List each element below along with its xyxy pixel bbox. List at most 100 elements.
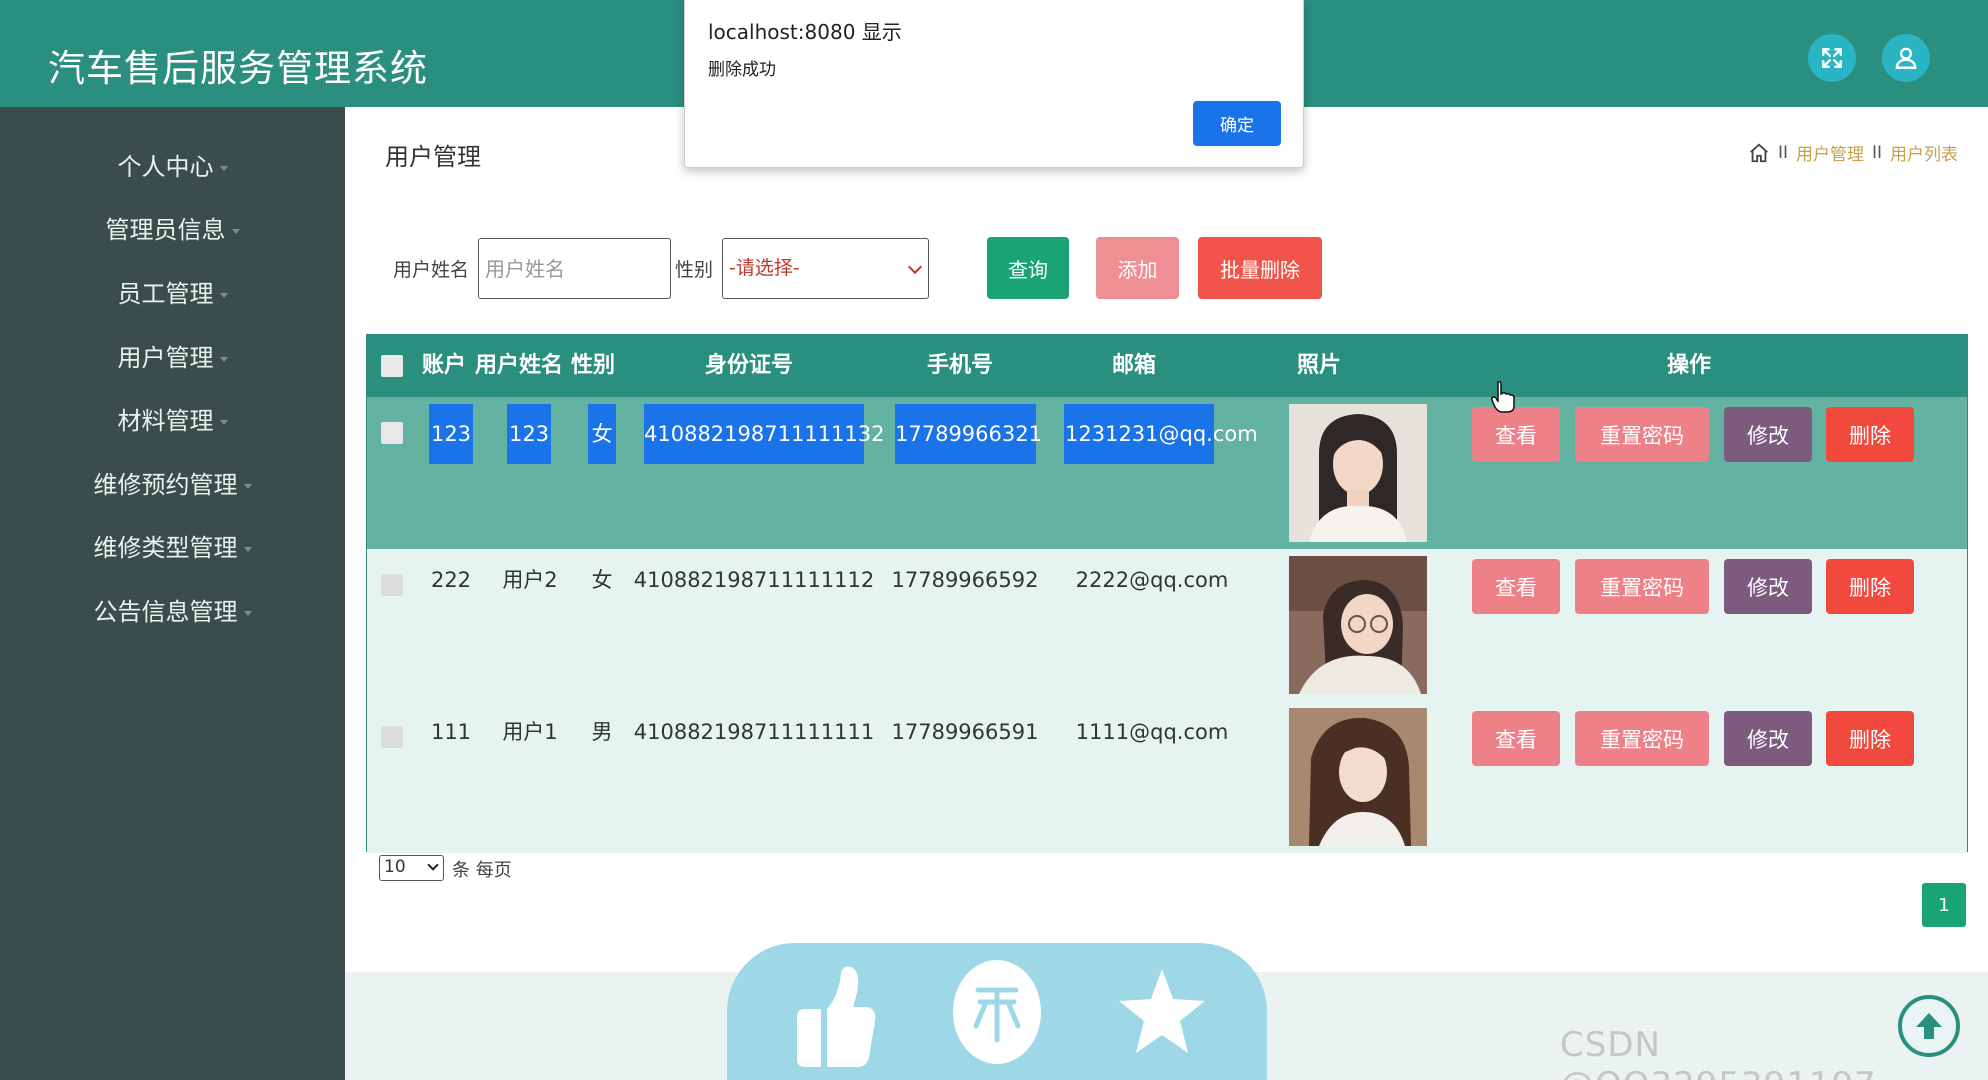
sidebar-item-repair-booking[interactable]: 维修预约管理 bbox=[0, 465, 345, 505]
user-button[interactable] bbox=[1882, 34, 1930, 82]
alert-dialog: localhost:8080 显示 删除成功 确定 bbox=[684, 0, 1304, 168]
sidebar-item-notices[interactable]: 公告信息管理 bbox=[0, 592, 345, 632]
bulk-delete-button[interactable]: 批量删除 bbox=[1198, 237, 1322, 299]
col-id-card: 身份证号 bbox=[704, 353, 793, 378]
edit-button[interactable]: 修改 bbox=[1724, 559, 1812, 614]
reset-password-button[interactable]: 重置密码 bbox=[1575, 711, 1709, 766]
edit-button[interactable]: 修改 bbox=[1724, 711, 1812, 766]
table-header: 账户 用户姓名 性别 身份证号 手机号 邮箱 照片 操作 bbox=[367, 335, 1967, 397]
coin-icon[interactable] bbox=[953, 960, 1041, 1064]
select-all-checkbox[interactable] bbox=[381, 355, 403, 377]
user-photo bbox=[1289, 404, 1427, 542]
sidebar-item-personal-center[interactable]: 个人中心 bbox=[0, 147, 345, 187]
cell-phone: 17789966592 bbox=[891, 568, 1039, 592]
sidebar-item-admin-info[interactable]: 管理员信息 bbox=[0, 210, 345, 250]
row-checkbox[interactable] bbox=[381, 422, 403, 444]
cell-phone: 17789966321 bbox=[895, 404, 1042, 464]
query-button[interactable]: 查询 bbox=[987, 237, 1069, 299]
breadcrumb-separator: II bbox=[1777, 142, 1788, 163]
gender-label: 性别 bbox=[675, 259, 714, 281]
cell-gender: 女 bbox=[588, 404, 616, 464]
row-checkbox[interactable] bbox=[381, 574, 403, 596]
fullscreen-button[interactable] bbox=[1808, 34, 1856, 82]
sidebar-item-label: 个人中心 bbox=[117, 153, 214, 181]
sidebar-item-staff[interactable]: 员工管理 bbox=[0, 274, 345, 314]
table-row[interactable]: 111 用户1 男 410882198711111111 17789966591… bbox=[367, 701, 1967, 853]
main-content: 用户管理 II 用户管理 II 用户列表 用户姓名 性别 -请选择- 查询 添加… bbox=[345, 107, 1988, 1080]
star-icon[interactable] bbox=[1117, 961, 1207, 1069]
col-phone: 手机号 bbox=[926, 353, 993, 378]
sidebar-item-label: 维修类型管理 bbox=[93, 534, 238, 562]
coin-glyph bbox=[973, 987, 1021, 1043]
breadcrumb-level1[interactable]: 用户管理 bbox=[1796, 140, 1864, 165]
cell-email: 1111@qq.com bbox=[1075, 720, 1229, 744]
caret-down-icon bbox=[231, 228, 240, 234]
gender-select[interactable]: -请选择- bbox=[722, 238, 929, 299]
cell-phone: 17789966591 bbox=[891, 720, 1039, 744]
sidebar-item-users[interactable]: 用户管理 bbox=[0, 338, 345, 378]
cell-account: 111 bbox=[430, 720, 472, 744]
col-gender: 性别 bbox=[570, 353, 615, 378]
thumbs-up-icon[interactable] bbox=[787, 963, 877, 1071]
cell-name: 123 bbox=[507, 404, 551, 464]
sidebar-item-label: 用户管理 bbox=[117, 344, 214, 372]
caret-down-icon bbox=[243, 546, 252, 552]
cell-email: 1231231@qq.com bbox=[1064, 404, 1258, 464]
cell-id-card: 410882198711111132 bbox=[644, 404, 885, 464]
view-button[interactable]: 查看 bbox=[1472, 711, 1560, 766]
view-button[interactable]: 查看 bbox=[1472, 407, 1560, 462]
name-search-input[interactable] bbox=[478, 238, 671, 299]
col-email: 邮箱 bbox=[1111, 353, 1156, 378]
sidebar: 个人中心 管理员信息 员工管理 用户管理 材料管理 维修预约管理 维修类型管理 … bbox=[0, 107, 345, 1080]
sidebar-item-label: 材料管理 bbox=[117, 407, 214, 435]
reset-password-button[interactable]: 重置密码 bbox=[1575, 559, 1709, 614]
breadcrumb-separator: II bbox=[1871, 142, 1882, 163]
caret-down-icon bbox=[219, 356, 228, 362]
sidebar-item-materials[interactable]: 材料管理 bbox=[0, 401, 345, 441]
caret-down-icon bbox=[219, 292, 228, 298]
sidebar-item-label: 公告信息管理 bbox=[93, 598, 238, 626]
page-size-value: 10 bbox=[384, 857, 406, 877]
fullscreen-icon bbox=[1822, 48, 1842, 68]
user-photo bbox=[1289, 556, 1427, 694]
edit-button[interactable]: 修改 bbox=[1724, 407, 1812, 462]
dialog-title: localhost:8080 显示 bbox=[708, 20, 902, 44]
watermark: CSDN @QQ3295391197 bbox=[1560, 1025, 1876, 1080]
add-button[interactable]: 添加 bbox=[1096, 237, 1179, 299]
cell-gender: 男 bbox=[591, 720, 613, 744]
col-account: 账户 bbox=[421, 353, 466, 378]
table-row[interactable]: 222 用户2 女 410882198711111112 17789966592… bbox=[367, 549, 1967, 701]
cell-name: 用户1 bbox=[502, 720, 558, 744]
col-name: 用户姓名 bbox=[474, 353, 563, 378]
user-icon bbox=[1895, 47, 1917, 69]
sidebar-item-label: 管理员信息 bbox=[105, 216, 226, 244]
sidebar-item-label: 维修预约管理 bbox=[93, 471, 238, 499]
home-icon[interactable] bbox=[1748, 142, 1770, 164]
page-title: 用户管理 bbox=[385, 143, 481, 171]
page-number-button[interactable]: 1 bbox=[1922, 883, 1966, 927]
row-checkbox[interactable] bbox=[381, 726, 403, 748]
dialog-ok-button[interactable]: 确定 bbox=[1193, 101, 1281, 146]
sidebar-item-repair-types[interactable]: 维修类型管理 bbox=[0, 528, 345, 568]
caret-down-icon bbox=[219, 165, 228, 171]
cell-id-card: 410882198711111112 bbox=[633, 568, 875, 592]
floating-action-bar bbox=[727, 943, 1267, 1080]
view-button[interactable]: 查看 bbox=[1472, 559, 1560, 614]
breadcrumb-level2[interactable]: 用户列表 bbox=[1890, 140, 1958, 165]
caret-down-icon bbox=[243, 610, 252, 616]
reset-password-button[interactable]: 重置密码 bbox=[1575, 407, 1709, 462]
cell-account: 222 bbox=[430, 568, 472, 592]
app-title: 汽车售后服务管理系统 bbox=[48, 47, 428, 90]
gender-select-value: -请选择- bbox=[729, 257, 800, 279]
per-page-label: 条 每页 bbox=[452, 860, 512, 881]
page-size-select[interactable]: 10 bbox=[379, 855, 444, 881]
chevron-down-icon bbox=[427, 859, 439, 871]
caret-down-icon bbox=[243, 483, 252, 489]
delete-button[interactable]: 删除 bbox=[1826, 407, 1914, 462]
name-label: 用户姓名 bbox=[393, 259, 470, 281]
table-row[interactable]: 123 123 女 410882198711111132 17789966321… bbox=[367, 397, 1967, 549]
delete-button[interactable]: 删除 bbox=[1826, 711, 1914, 766]
user-photo bbox=[1289, 708, 1427, 846]
breadcrumb: II 用户管理 II 用户列表 bbox=[1748, 140, 1958, 165]
delete-button[interactable]: 删除 bbox=[1826, 559, 1914, 614]
